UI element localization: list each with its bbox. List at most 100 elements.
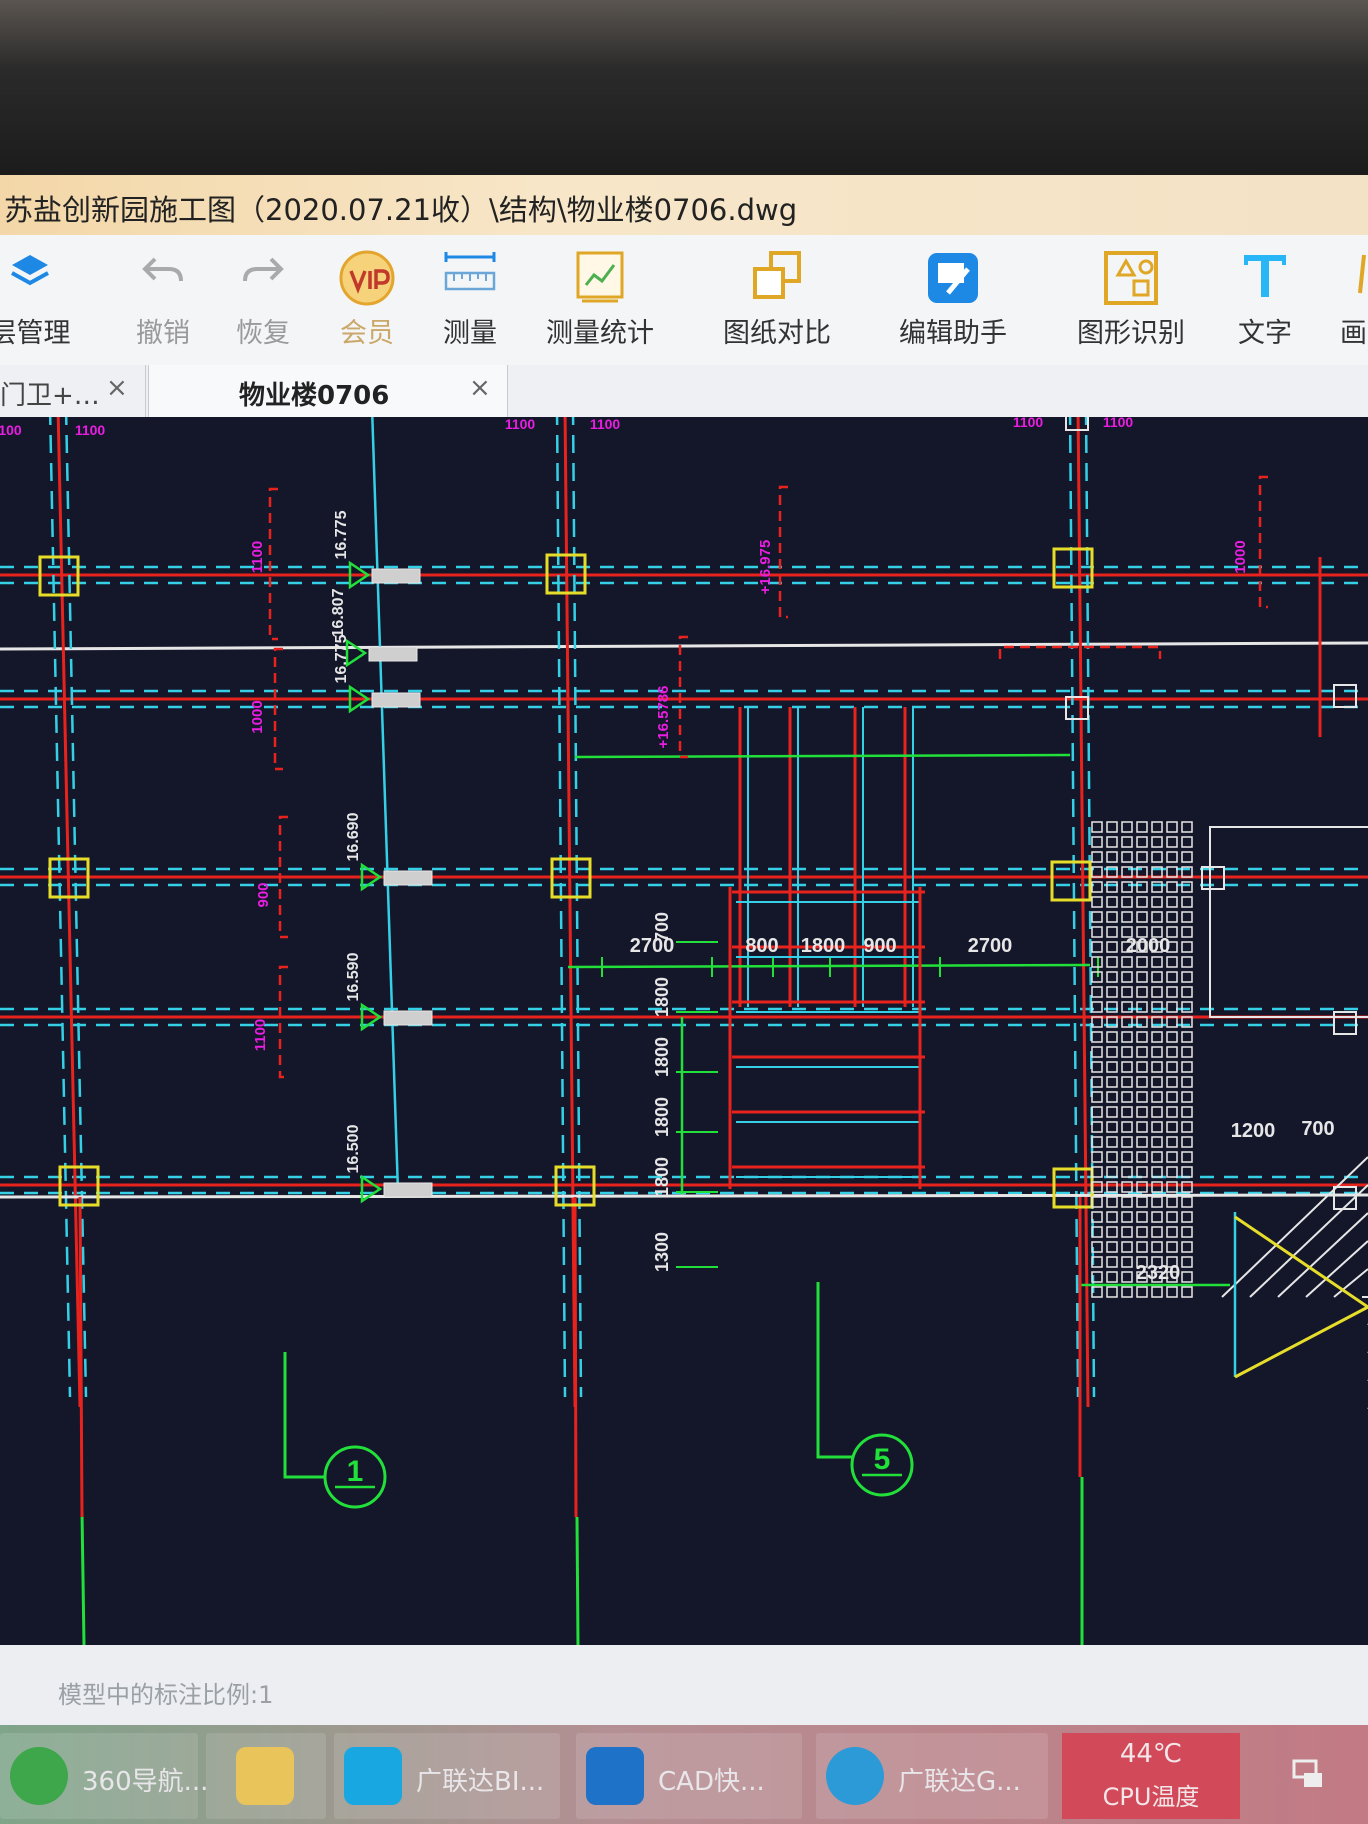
hatch-cell (1181, 1091, 1193, 1103)
elevation-label: 16.775 (333, 634, 350, 683)
hatch-cell (1181, 926, 1193, 938)
vip-button[interactable]: 会员 (322, 235, 412, 365)
measure-button[interactable]: 测量 (425, 235, 515, 365)
hatch-cell (1121, 1286, 1133, 1298)
hatch-cell (1136, 1151, 1148, 1163)
hatch-cell (1121, 1076, 1133, 1088)
hatch-cell (1106, 851, 1118, 863)
layer-manager-button[interactable]: 层管理 (0, 235, 80, 365)
hatch-cell (1106, 1166, 1118, 1178)
hatch-cell (1166, 1121, 1178, 1133)
taskbar-item-glodon-g[interactable]: 广联达G... (816, 1733, 1048, 1819)
hatch-cell (1151, 1091, 1163, 1103)
hatch-cell (1106, 1226, 1118, 1238)
measure-stats-button[interactable]: 测量统计 (540, 235, 660, 365)
hatch-cell (1121, 1031, 1133, 1043)
hatch-cell (1181, 1001, 1193, 1013)
taskbar-item-folder[interactable] (206, 1733, 326, 1819)
hatch-cell (1121, 1226, 1133, 1238)
tray-network-icon[interactable] (1290, 1755, 1326, 1791)
hatch-cell (1106, 1106, 1118, 1118)
hatch-cell (1091, 1136, 1103, 1148)
hatch-cell (1091, 1046, 1103, 1058)
hatch-cell (1106, 1091, 1118, 1103)
hatch-cell (1181, 821, 1193, 833)
tab-gatehouse[interactable]: 门卫+… × (0, 365, 146, 417)
stair-dim-label: 1800 (652, 1157, 672, 1197)
hatch-cell (1151, 851, 1163, 863)
dim-bracket (278, 965, 288, 1079)
hatch-cell (1166, 836, 1178, 848)
hatch-cell (1106, 926, 1118, 938)
taskbar-item-cad-viewer[interactable]: CAD快... (576, 1733, 802, 1819)
hatch-cell (1166, 851, 1178, 863)
hatch-cell (1136, 1211, 1148, 1223)
axis-label: 1 (347, 1455, 364, 1488)
hatch-cell (1106, 1061, 1118, 1073)
right-dim-label: 700 (1301, 1118, 1334, 1140)
grid-line (80, 1511, 86, 1646)
column-edge-line (1068, 406, 1080, 1398)
tab-close-icon[interactable]: × (469, 373, 491, 403)
hatch-cell (1151, 1211, 1163, 1223)
top-dim-label: 100 (0, 422, 22, 438)
horizontal-dim-label: 900 (863, 935, 896, 957)
hatch-cell (1181, 1121, 1193, 1133)
hatch-cell (1091, 1106, 1103, 1118)
hatch-cell (1151, 821, 1163, 833)
hatch-cell (1106, 1151, 1118, 1163)
hatch-cell (1151, 1286, 1163, 1298)
redo-button[interactable]: 恢复 (218, 235, 308, 365)
hatch-cell (1091, 1001, 1103, 1013)
taskbar-item-glodon-bim[interactable]: 广联达BI... (334, 1733, 560, 1819)
hatch-cell (1136, 1001, 1148, 1013)
status-bar: 模型中的标注比例:1 (0, 1645, 1368, 1725)
slab-patch (383, 1010, 433, 1026)
top-dim-label: 1100 (505, 417, 536, 432)
hatch-cell (1121, 971, 1133, 983)
dim-bracket (678, 635, 688, 759)
hatch-cell (1106, 1241, 1118, 1253)
text-button[interactable]: 文字 (1222, 235, 1308, 365)
hatch-cell (1106, 911, 1118, 923)
magenta-dim-label: 1100 (249, 541, 266, 574)
draw-button[interactable]: 画 (1330, 235, 1368, 365)
edit-assistant-button[interactable]: 编辑助手 (888, 235, 1018, 365)
yellow-outline (1234, 1215, 1368, 1379)
hatch-cell (1121, 1001, 1133, 1013)
hatch-cell (1091, 1031, 1103, 1043)
compare-drawings-button[interactable]: 图纸对比 (712, 235, 842, 365)
cad-app-icon (586, 1747, 644, 1805)
hatch-cell (1181, 1106, 1193, 1118)
hatch-cell (1181, 971, 1193, 983)
shape-recognition-button[interactable]: 图形识别 (1066, 235, 1196, 365)
hatch-cell (1136, 836, 1148, 848)
elevation-label: 16.500 (345, 1124, 362, 1173)
node-box (1333, 684, 1357, 708)
hatch-cell (1181, 851, 1193, 863)
hatch-cell (1166, 1226, 1178, 1238)
hatch-cell (1166, 1136, 1178, 1148)
column-axis-line (573, 1196, 578, 1518)
hatch-cell (1121, 1256, 1133, 1268)
magenta-dim-label: 1000 (249, 700, 266, 733)
taskbar-item-360-nav[interactable]: 360导航... (0, 1733, 208, 1819)
hatch-cell (1106, 971, 1118, 983)
hatch-cell (1136, 1091, 1148, 1103)
hatch-cell (1151, 971, 1163, 983)
dim-bracket (268, 487, 278, 641)
drawing-canvas[interactable]: 16.775 16.807 16.775 16.690 16.590 16.500 100 1… (0, 406, 1368, 1646)
hatch-cell (1136, 1031, 1148, 1043)
hatch-cell (1121, 986, 1133, 998)
cpu-temperature-widget[interactable]: 44℃ CPU温度 (1062, 1733, 1240, 1819)
hatch-cell (1181, 956, 1193, 968)
tab-property-building[interactable]: 物业楼0706 × (148, 365, 508, 417)
tab-close-icon[interactable]: × (106, 373, 128, 403)
hatch-cell (1091, 1151, 1103, 1163)
hatch-cell (1166, 1241, 1178, 1253)
ribbon-toolbar: 层管理 撤销 恢复 会员 测量 测量统计 图纸对比 编辑助手 图形识别 文字 画 (0, 235, 1368, 365)
hatch-cell (1091, 836, 1103, 848)
hatch-cell (1151, 1001, 1163, 1013)
axis-leader (816, 1282, 852, 1459)
undo-button[interactable]: 撤销 (118, 235, 208, 365)
